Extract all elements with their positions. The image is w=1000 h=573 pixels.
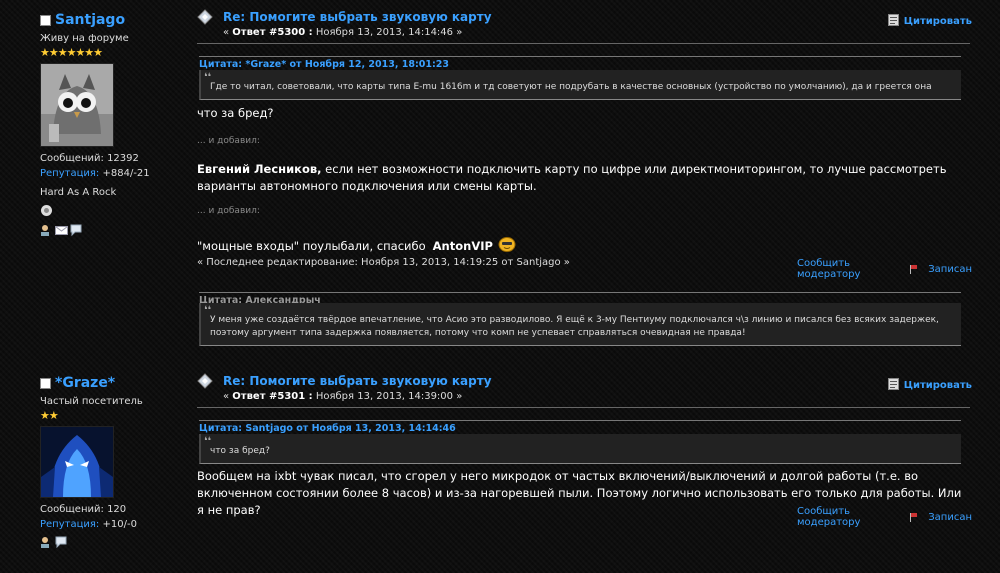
messages-count: 12392	[107, 153, 139, 164]
quote-text: Где то читал, советовали, что карты типа…	[210, 82, 932, 92]
post-5300: Santjago Живу на форуме ★★★★★★★ Сообщени…	[0, 0, 1000, 360]
reputation-label[interactable]: Репутация:	[40, 519, 99, 530]
author-name-row: *Graze*	[40, 375, 180, 391]
message-count-row: Сообщений: 120	[40, 502, 180, 517]
messages-count: 120	[107, 504, 127, 515]
post-subject-link[interactable]: Re: Помогите выбрать звуковую карту	[223, 374, 492, 388]
author-rank: Живу на форуме	[40, 33, 129, 44]
author-sidebar: Santjago Живу на форуме ★★★★★★★ Сообщени…	[40, 12, 180, 237]
quote-button[interactable]: Цитировать	[887, 14, 972, 29]
author-stats: Сообщений: 120 Репутация: +10/-0	[40, 502, 180, 532]
mention-name: Евгений Лесников,	[197, 162, 322, 176]
custom-title: Hard As A Rock	[40, 187, 117, 198]
quote-text: что за бред?	[210, 446, 270, 456]
last-edit-note: « Последнее редактирование: Ноября 13, 2…	[197, 257, 570, 268]
reputation-row: Репутация: +10/-0	[40, 517, 180, 532]
report-flag-icon	[910, 264, 918, 274]
quote-header[interactable]: Цитата: Santjago от Ноября 13, 2013, 14:…	[199, 420, 961, 434]
meta-prefix: «	[223, 391, 233, 402]
post-body-text-3-main: "мощные входы" поулыбали, спасибо	[197, 239, 426, 253]
author-actions	[40, 224, 180, 237]
post-body-text-1: что за бред?	[197, 106, 274, 120]
profile-icon[interactable]	[40, 224, 52, 236]
reply-number: Ответ #5301 :	[232, 391, 313, 402]
hero-avatar-image	[41, 427, 113, 497]
quote-button-label: Цитировать	[903, 380, 972, 391]
report-flag-icon	[910, 512, 918, 522]
smiley-icon	[498, 236, 516, 257]
rank-stars: ★★★★★★★	[40, 46, 103, 59]
post-meta: « Ответ #5301 : Ноября 13, 2013, 14:39:0…	[223, 391, 492, 402]
quote-icon	[887, 378, 899, 393]
reply-number: Ответ #5300 :	[232, 27, 313, 38]
reputation-value: +884/-21	[102, 168, 150, 179]
added-note-2: ... и добавил:	[197, 206, 260, 216]
post-main: Re: Помогите выбрать звуковую карту « От…	[197, 9, 972, 355]
author-name-link[interactable]: *Graze*	[55, 375, 115, 391]
post-body-text-3: "мощные входы" поулыбали, спасибо AntonV…	[197, 236, 516, 257]
message-count-row: Сообщений: 12392	[40, 151, 180, 166]
award-icon	[40, 204, 180, 220]
post-meta: « Ответ #5300 : Ноября 13, 2013, 14:14:4…	[223, 27, 492, 38]
author-stats: Сообщений: 12392 Репутация: +884/-21 Har…	[40, 151, 180, 200]
profile-icon[interactable]	[40, 536, 52, 548]
quote-button[interactable]: Цитировать	[887, 378, 972, 393]
messages-label: Сообщений:	[40, 153, 104, 164]
private-message-icon[interactable]	[70, 224, 82, 237]
post-date: Ноября 13, 2013, 14:14:46 »	[312, 27, 463, 38]
reputation-value: +10/-0	[102, 519, 137, 530]
owl-avatar-image	[41, 64, 113, 146]
added-note-1: ... и добавил:	[197, 136, 260, 146]
quote-body: ❛❛ что за бред?	[199, 434, 961, 464]
author-sidebar: *Graze* Частый посетитель ★★ Сообщений: …	[40, 375, 180, 549]
private-message-icon[interactable]	[55, 536, 67, 549]
email-icon[interactable]	[55, 224, 68, 236]
author-actions	[40, 536, 180, 549]
avatar[interactable]	[40, 63, 114, 147]
post-main: Re: Помогите выбрать звуковую карту « От…	[197, 373, 972, 564]
author-name-link[interactable]: Santjago	[55, 12, 125, 28]
post-xx-icon	[197, 373, 213, 389]
quote-button-label: Цитировать	[903, 16, 972, 27]
post-subject-row: Re: Помогите выбрать звуковую карту « От…	[197, 373, 972, 402]
avatar[interactable]	[40, 426, 114, 498]
messages-label: Сообщений:	[40, 504, 104, 515]
quote-body: ❛❛ Где то читал, советовали, что карты т…	[199, 70, 961, 100]
report-to-moderator-link[interactable]: Сообщить модератору	[797, 258, 892, 280]
post-subject-link[interactable]: Re: Помогите выбрать звуковую карту	[223, 10, 492, 24]
post-subject-row: Re: Помогите выбрать звуковую карту « От…	[197, 9, 972, 38]
post-actions: Сообщить модератору Записан	[797, 506, 972, 528]
post-5301: *Graze* Частый посетитель ★★ Сообщений: …	[0, 370, 1000, 573]
subject-divider	[197, 43, 970, 44]
report-to-moderator-link[interactable]: Сообщить модератору	[797, 506, 892, 528]
quote-body: ❛❛ У меня уже создаётся твёрдое впечатле…	[199, 303, 961, 346]
select-checkbox[interactable]	[40, 14, 51, 26]
select-checkbox[interactable]	[40, 377, 51, 389]
post-body-text-2: Евгений Лесников, если нет возможности п…	[197, 161, 957, 195]
author-name-row: Santjago	[40, 12, 180, 28]
reputation-label[interactable]: Репутация:	[40, 168, 99, 179]
author-rank: Частый посетитель	[40, 396, 143, 407]
reputation-row: Репутация: +884/-21	[40, 166, 180, 181]
post-xx-icon	[197, 9, 213, 25]
logged-label: Записан	[928, 263, 972, 275]
meta-prefix: «	[223, 27, 233, 38]
quote-icon	[887, 14, 899, 29]
post-actions: Сообщить модератору Записан	[797, 258, 972, 280]
quote-text: У меня уже создаётся твёрдое впечатление…	[210, 315, 939, 338]
post-date: Ноября 13, 2013, 14:39:00 »	[312, 391, 463, 402]
mention-user: AntonVIP	[432, 239, 493, 253]
logged-label: Записан	[928, 511, 972, 523]
rank-stars: ★★	[40, 409, 59, 422]
subject-divider	[197, 407, 970, 408]
quote-header[interactable]: Цитата: *Graze* от Ноября 12, 2013, 18:0…	[199, 56, 961, 70]
